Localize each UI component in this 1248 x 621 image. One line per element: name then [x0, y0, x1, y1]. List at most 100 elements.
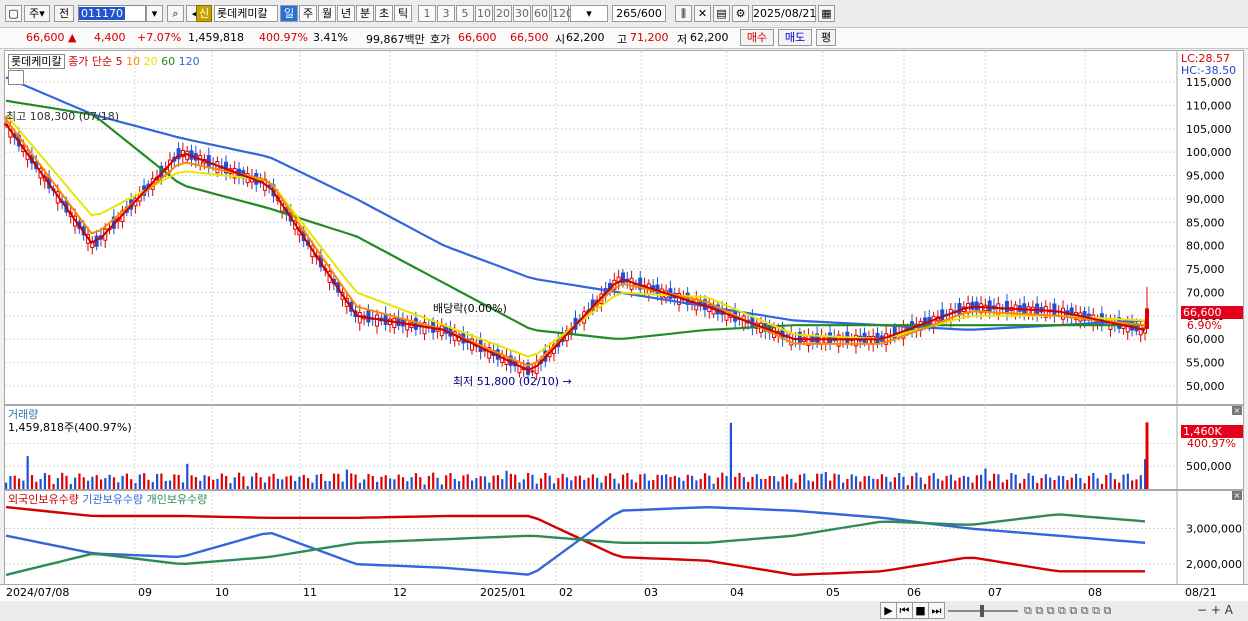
vol-bar-151: [656, 474, 659, 489]
vol-bar-196: [850, 474, 853, 489]
vol-bar-194: [841, 482, 845, 489]
vol-bar-29: [130, 479, 133, 489]
vol-bar-51: [225, 475, 228, 489]
vol-bar-173: [751, 476, 754, 489]
vol-bar-86: [376, 481, 379, 489]
vol-bar-143: [621, 474, 625, 489]
vol-bar-203: [880, 474, 884, 489]
x-label-6: 02: [559, 586, 573, 599]
vol-bar-68: [298, 476, 301, 489]
vol-bar-42: [186, 463, 189, 489]
vol-bar-166: [721, 472, 724, 489]
vol-bar-235: [1018, 483, 1022, 489]
zoom-slider-handle[interactable]: [980, 605, 984, 617]
vol-bar-175: [760, 478, 763, 489]
vol-bar-82: [358, 482, 361, 489]
vol-bar-206: [893, 477, 896, 489]
vol-bar-218: [945, 475, 948, 489]
vol-bar-33: [147, 479, 150, 489]
vol-bar-221: [958, 477, 961, 489]
vol-bar-95: [414, 473, 418, 489]
vol-bar-108: [470, 480, 474, 489]
vol-bar-251: [1087, 475, 1091, 489]
y-tick-60000: 60,000: [1186, 333, 1225, 346]
vol-bar-219: [949, 474, 953, 489]
forward-icon[interactable]: ⏭: [928, 602, 945, 619]
candle-body-191: [828, 332, 833, 344]
vol-bar-106: [462, 475, 465, 489]
vol-bar-109: [475, 478, 478, 489]
vol-bar-212: [919, 477, 922, 489]
vol-bar-92: [401, 477, 405, 489]
candle-last-body: [1145, 308, 1149, 329]
vol-bar-193: [837, 474, 840, 489]
volume-current-pct: 400.97%: [1187, 437, 1236, 450]
vol-bar-69: [302, 474, 305, 489]
vol-bar-46: [203, 475, 206, 489]
vol-bar-72: [315, 474, 318, 489]
legend-individual: 개인보유수량: [146, 493, 208, 506]
vol-bar-169: [734, 476, 737, 489]
vol-bar-60: [263, 482, 267, 489]
layout-icons[interactable]: ⧉ ⧉ ⧉ ⧉ ⧉ ⧉ ⧉ ⧉: [1024, 604, 1111, 618]
vol-bar-85: [371, 476, 374, 489]
y-tick-70000: 70,000: [1186, 286, 1225, 299]
vol-bar-102: [445, 475, 448, 489]
current-pct-tag: 6.90%: [1187, 319, 1222, 332]
vol-bar-232: [1005, 479, 1009, 489]
volume-value-label: 1,459,818주(400.97%): [8, 421, 132, 434]
vol-bar-180: [781, 476, 784, 489]
rewind-icon[interactable]: ⏮: [896, 602, 913, 619]
vol-bar-256: [1109, 472, 1112, 489]
vol-bar-90: [393, 479, 396, 489]
candle-body-239: [1035, 303, 1040, 315]
vol-bar-124: [539, 478, 543, 489]
vol-bar-201: [872, 478, 875, 489]
candle-body-232: [1004, 301, 1009, 314]
vol-bar-31: [138, 474, 141, 489]
vol-bar-204: [885, 476, 888, 489]
stop-icon[interactable]: ■: [912, 602, 929, 619]
vol-bar-79: [345, 469, 349, 489]
volume-close-icon[interactable]: ×: [1232, 406, 1242, 415]
vol-bar-41: [181, 482, 185, 489]
holdings-close-icon[interactable]: ×: [1232, 491, 1242, 500]
scroll-right-icon[interactable]: ▶: [880, 602, 897, 619]
vol-bar-254: [1100, 483, 1104, 489]
candle-body-145: [629, 277, 634, 290]
hold-tick-3000000: 3,000,000: [1186, 523, 1242, 536]
vol-bar-148: [643, 473, 646, 489]
vol-bar-18: [82, 477, 85, 489]
legend-stock-name: 롯데케미칼: [8, 54, 65, 69]
ma-line-120: [5, 76, 1146, 331]
vol-bar-147: [639, 474, 642, 489]
vol-bar-207: [898, 472, 901, 489]
vol-bar-3: [17, 478, 21, 489]
x-label-13: 08/21: [1185, 586, 1217, 599]
vol-bar-137: [596, 477, 599, 489]
vol-bar-136: [591, 474, 594, 489]
vol-bar-last: [1145, 422, 1149, 489]
vol-bar-238: [1031, 475, 1035, 489]
x-label-7: 03: [644, 586, 658, 599]
vol-bar-263: [1139, 475, 1142, 489]
legend-ma-periods: 5 10 20 60 120: [116, 55, 200, 68]
vol-bar-52: [229, 483, 232, 489]
low-annotation-text: 최저 51,800 (02/10): [453, 375, 560, 388]
vol-bar-20: [91, 476, 94, 489]
vol-bar-222: [962, 475, 965, 489]
grid-toggle-icon[interactable]: [8, 70, 24, 85]
vol-bar-28: [125, 473, 129, 489]
vol-bar-78: [341, 481, 344, 489]
vol-bar-230: [997, 474, 1000, 489]
vol-bar-122: [531, 474, 534, 489]
vol-bar-43: [190, 475, 193, 489]
vol-bar-25: [112, 477, 116, 489]
y-tick-95000: 95,000: [1186, 170, 1225, 183]
zoom-controls[interactable]: − + A: [1197, 603, 1233, 617]
chart-canvas: 50,00055,00060,00065,00070,00075,00080,0…: [4, 51, 1242, 584]
x-label-8: 04: [730, 586, 744, 599]
y-tick-85000: 85,000: [1186, 216, 1225, 229]
vol-bar-57: [250, 476, 254, 489]
vol-bar-99: [432, 472, 435, 489]
